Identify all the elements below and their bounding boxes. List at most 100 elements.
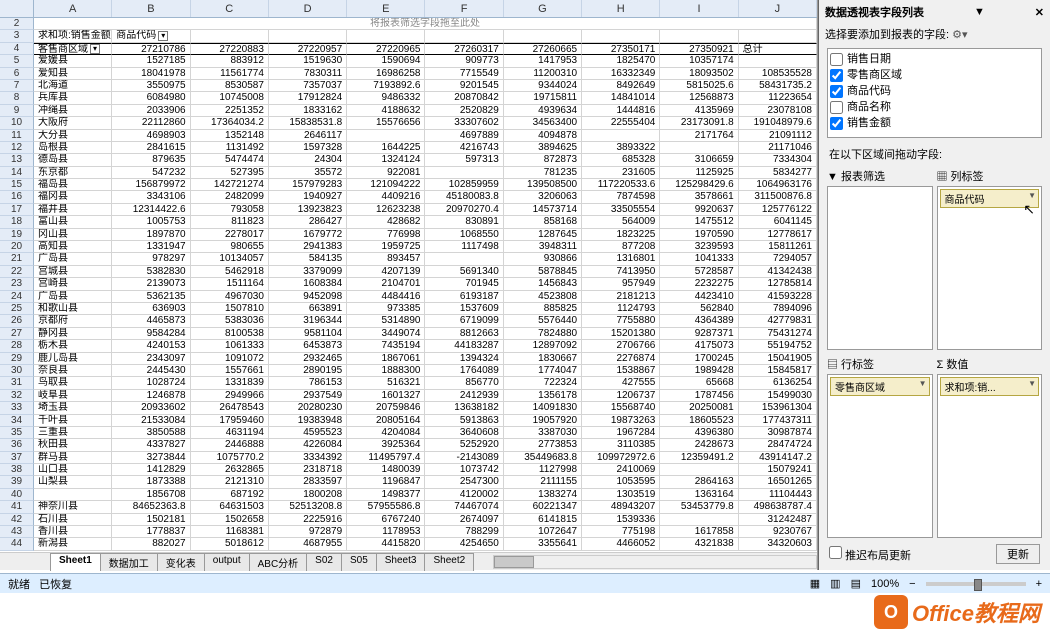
- cell[interactable]: 13923823: [269, 204, 347, 216]
- cell[interactable]: 16986258: [347, 68, 425, 80]
- row-header[interactable]: 12: [0, 142, 34, 154]
- cell[interactable]: 2632865: [191, 464, 269, 476]
- row-header[interactable]: 7: [0, 80, 34, 92]
- cell[interactable]: 31242487: [739, 514, 817, 526]
- cell[interactable]: 5462918: [191, 266, 269, 278]
- cell[interactable]: 20970270.4: [425, 204, 503, 216]
- cell[interactable]: 2646117: [269, 130, 347, 142]
- cell[interactable]: 7435194: [347, 340, 425, 352]
- cell[interactable]: 516321: [347, 377, 425, 389]
- cell[interactable]: 102859959: [425, 179, 503, 191]
- cell[interactable]: [269, 30, 347, 42]
- cell[interactable]: [347, 130, 425, 142]
- cell[interactable]: 60221347: [504, 501, 582, 513]
- cell[interactable]: 20870842: [425, 92, 503, 104]
- cell[interactable]: 157979283: [269, 179, 347, 191]
- cell[interactable]: 5362135: [112, 291, 190, 303]
- cell[interactable]: [425, 167, 503, 179]
- cell[interactable]: 5383036: [191, 315, 269, 327]
- cell[interactable]: 6041145: [739, 216, 817, 228]
- cell[interactable]: 2773853: [504, 439, 582, 451]
- select-all-corner[interactable]: [0, 0, 34, 17]
- cell[interactable]: [739, 30, 817, 42]
- row-header[interactable]: 42: [0, 514, 34, 526]
- cell[interactable]: 4967030: [191, 291, 269, 303]
- cell[interactable]: 1053595: [582, 476, 660, 488]
- cell[interactable]: 福岛县: [34, 179, 112, 191]
- column-header[interactable]: H: [582, 0, 660, 17]
- cell[interactable]: 858168: [504, 216, 582, 228]
- cell[interactable]: 21091112: [739, 130, 817, 142]
- sheet-tab[interactable]: 数据加工: [100, 553, 158, 571]
- cell[interactable]: 7824880: [504, 328, 582, 340]
- zoom-slider[interactable]: [926, 582, 1026, 586]
- cell[interactable]: 58431735.2: [739, 80, 817, 92]
- cell[interactable]: 1091072: [191, 353, 269, 365]
- field-item[interactable]: 零售商区域: [830, 67, 1039, 83]
- row-header[interactable]: 10: [0, 117, 34, 129]
- cell[interactable]: 35572: [269, 167, 347, 179]
- row-header[interactable]: 21: [0, 253, 34, 265]
- cell[interactable]: 687192: [191, 489, 269, 501]
- close-icon[interactable]: ✕: [1035, 6, 1044, 19]
- cell[interactable]: 客售商区域▾: [34, 43, 112, 55]
- cell[interactable]: 4697889: [425, 130, 503, 142]
- cell[interactable]: 562840: [660, 303, 738, 315]
- cell[interactable]: 883912: [191, 55, 269, 67]
- cell[interactable]: 45180083.8: [425, 191, 503, 203]
- cell[interactable]: 35449683.8: [504, 452, 582, 464]
- cell[interactable]: 2446888: [191, 439, 269, 451]
- cell[interactable]: 957949: [582, 278, 660, 290]
- sheet-tab[interactable]: ABC分析: [249, 553, 308, 571]
- cell[interactable]: 893457: [347, 253, 425, 265]
- cell[interactable]: 1867061: [347, 353, 425, 365]
- cell[interactable]: 428682: [347, 216, 425, 228]
- cell[interactable]: 5018612: [191, 538, 269, 550]
- cell[interactable]: 5252920: [425, 439, 503, 451]
- cell[interactable]: 55194752: [739, 340, 817, 352]
- cell[interactable]: 27260317: [425, 43, 503, 55]
- row-header[interactable]: 3: [0, 30, 34, 42]
- cell[interactable]: 1005753: [112, 216, 190, 228]
- cell[interactable]: 21171046: [739, 142, 817, 154]
- cell[interactable]: 7894096: [739, 303, 817, 315]
- cell[interactable]: 三重县: [34, 427, 112, 439]
- cell[interactable]: 597313: [425, 154, 503, 166]
- cell[interactable]: 1178953: [347, 526, 425, 538]
- cell[interactable]: 9201545: [425, 80, 503, 92]
- cell[interactable]: 岛根县: [34, 142, 112, 154]
- cell[interactable]: 富山县: [34, 216, 112, 228]
- cell[interactable]: 3379099: [269, 266, 347, 278]
- cell[interactable]: 4094878: [504, 130, 582, 142]
- gear-icon[interactable]: ⚙▾: [952, 29, 967, 41]
- cell[interactable]: 4204084: [347, 427, 425, 439]
- cell[interactable]: 18605523: [660, 415, 738, 427]
- cell[interactable]: 125776122: [739, 204, 817, 216]
- cell[interactable]: 5913863: [425, 415, 503, 427]
- cell[interactable]: 7830311: [269, 68, 347, 80]
- cell[interactable]: 12314422.6: [112, 204, 190, 216]
- cell[interactable]: 781235: [504, 167, 582, 179]
- cell[interactable]: 4396380: [660, 427, 738, 439]
- cell[interactable]: 4175073: [660, 340, 738, 352]
- cell[interactable]: 75431274: [739, 328, 817, 340]
- sheet-tab[interactable]: S05: [341, 553, 377, 571]
- cell[interactable]: 1527185: [112, 55, 190, 67]
- cell[interactable]: 爱媛县: [34, 55, 112, 67]
- field-item[interactable]: 销售日期: [830, 51, 1039, 67]
- cell[interactable]: 978297: [112, 253, 190, 265]
- cell[interactable]: 117220533.6: [582, 179, 660, 191]
- cell[interactable]: 15499030: [739, 390, 817, 402]
- cell[interactable]: 香川县: [34, 526, 112, 538]
- cell[interactable]: 27220965: [347, 43, 425, 55]
- cell[interactable]: 广岛县: [34, 253, 112, 265]
- column-header[interactable]: B: [112, 0, 190, 17]
- cell[interactable]: 5878845: [504, 266, 582, 278]
- cell[interactable]: 191048979.6: [739, 117, 817, 129]
- cell[interactable]: 宫城县: [34, 266, 112, 278]
- cell[interactable]: 冈山县: [34, 229, 112, 241]
- cell[interactable]: [739, 55, 817, 67]
- cell[interactable]: 4188632: [347, 105, 425, 117]
- row-header[interactable]: 26: [0, 315, 34, 327]
- cell[interactable]: 5834277: [739, 167, 817, 179]
